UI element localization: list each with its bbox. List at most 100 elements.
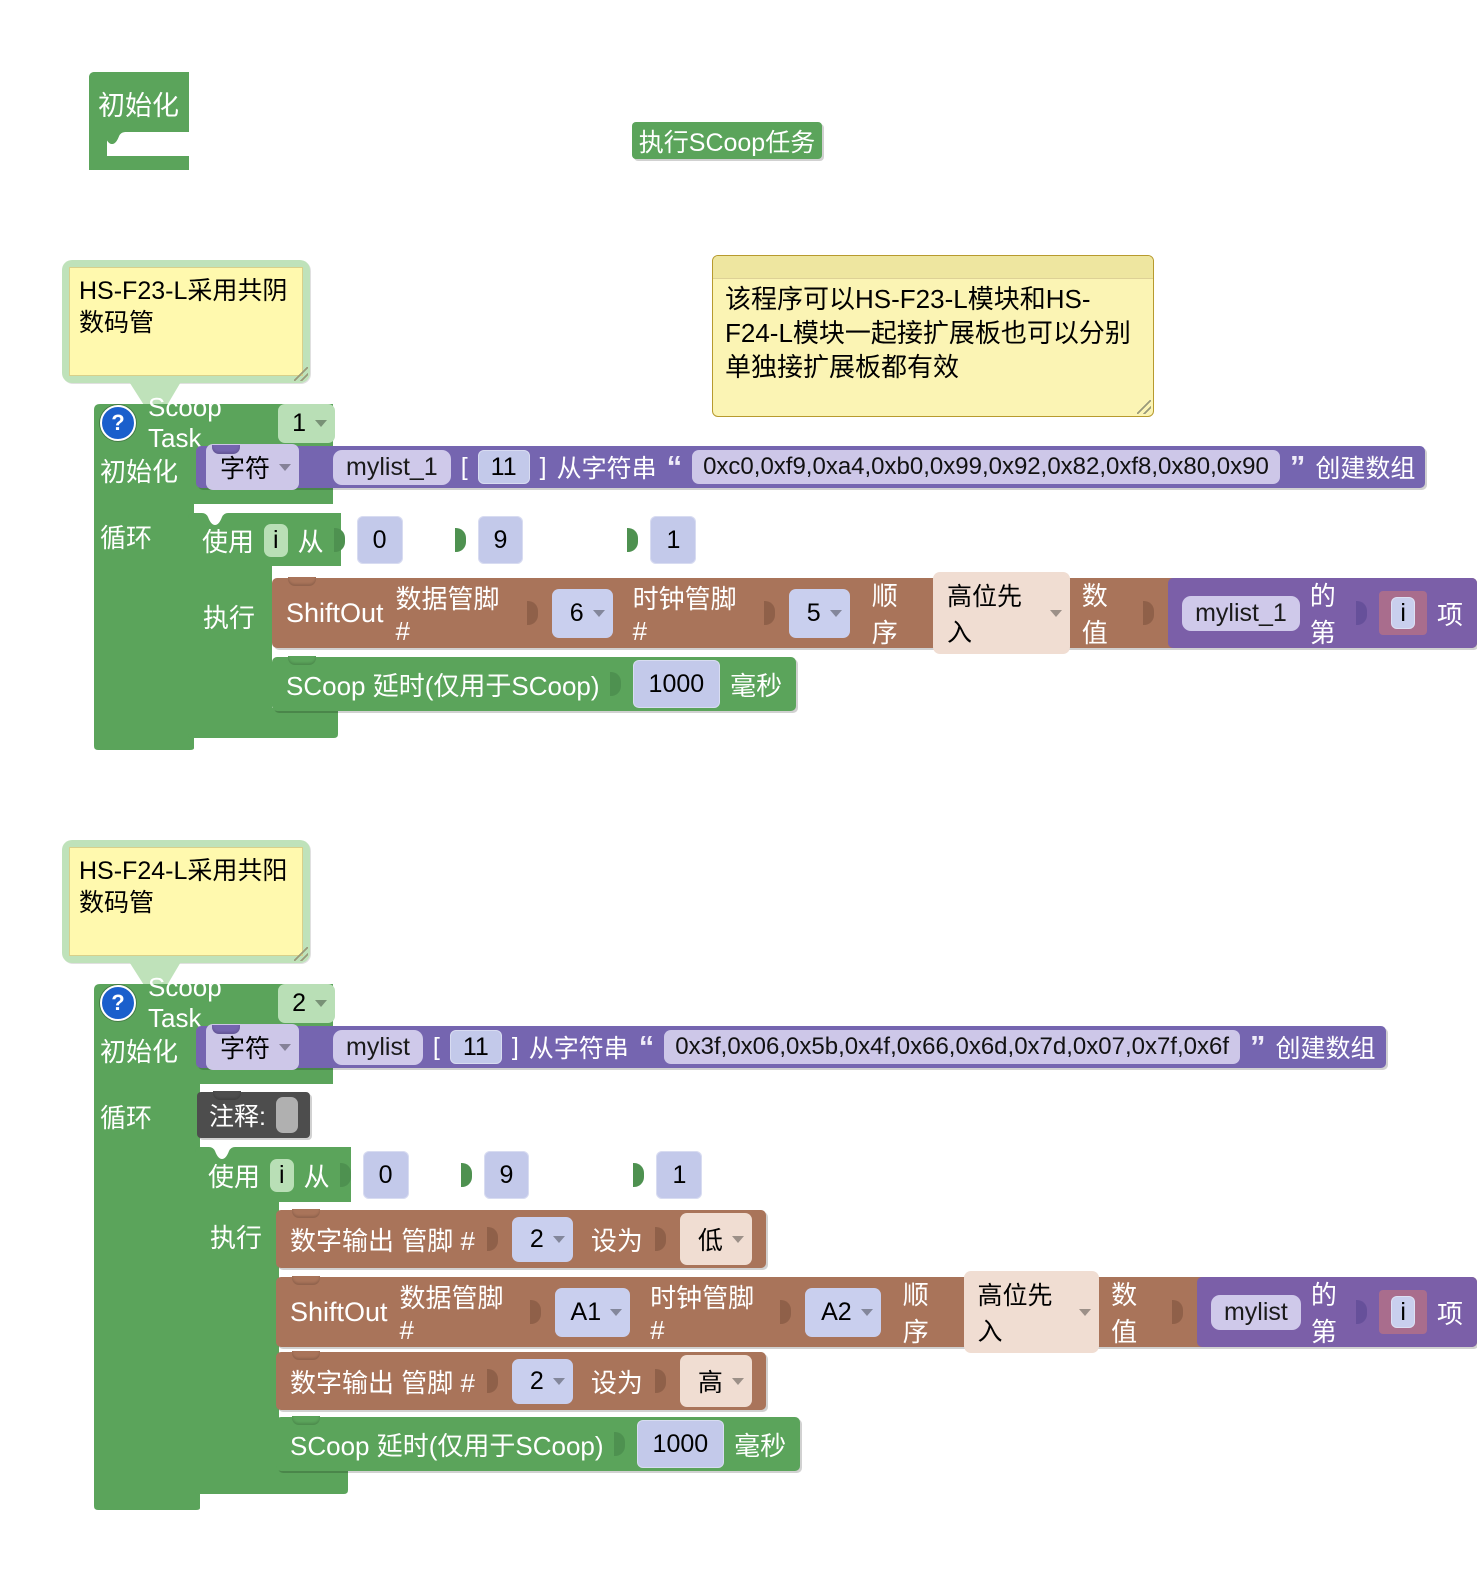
chevron-down-icon (315, 999, 327, 1007)
task1-list-get-index-value: i (1391, 596, 1415, 630)
task2-delay-socket (613, 1432, 625, 1456)
chevron-down-icon (552, 1235, 565, 1243)
task1-init-label: 初始化 (100, 457, 179, 487)
task2-comment-statement-field[interactable] (275, 1097, 298, 1133)
task1-delay-value[interactable]: 1000 (632, 659, 721, 709)
task2-list-get-block[interactable]: mylist 的第 i 项 (1196, 1277, 1477, 1347)
task2-digital-high-state-value: 高 (697, 1369, 723, 1397)
task1-for-to-value[interactable]: 9 (477, 515, 524, 565)
task1-array-name[interactable]: mylist_1 (333, 449, 451, 485)
task2-delay-unit: 毫秒 (734, 1430, 787, 1461)
task2-array-value[interactable]: 0x3f,0x06,0x5b,0x4f,0x66,0x6d,0x7d,0x07,… (664, 1030, 1241, 1064)
note-resize-grip[interactable] (1137, 400, 1151, 414)
task2-digital-low-state-value: 低 (697, 1227, 723, 1255)
task2-for-step-label: 步长为 (545, 1161, 624, 1192)
task1-array-create-block[interactable]: 字符 mylist_1 [ 11 ] 从字符串 “ 0xc0,0xf9,0xa4… (196, 444, 1426, 490)
task2-array-size[interactable]: 11 (449, 1029, 502, 1065)
task1-help-icon[interactable]: ? (100, 405, 136, 441)
task2-digital-high-pin-dropdown[interactable]: 2 (511, 1358, 573, 1404)
task1-array-type-dropdown[interactable]: 字符 (206, 444, 300, 490)
task1-shiftout-order-label: 顺序 (871, 581, 898, 648)
close-quote-icon: ” (1250, 1028, 1266, 1064)
task2-digital-low-pin-dropdown[interactable]: 2 (511, 1216, 573, 1262)
task2-shiftout-clock-pin-dropdown[interactable]: A2 (805, 1287, 881, 1337)
task1-do-label: 执行 (203, 603, 256, 633)
task2-for-header[interactable]: 使用 i 从 0 到 9 步长为 1 (208, 1150, 703, 1200)
task1-array-size[interactable]: 11 (477, 449, 530, 485)
task2-array-name[interactable]: mylist (333, 1029, 423, 1065)
task2-shiftout-block[interactable]: ShiftOut 数据管脚 # A1 时钟管脚 # A2 顺序 高位先入 数值 … (276, 1271, 1477, 1353)
task1-shiftout-order-dropdown[interactable]: 高位先入 (933, 572, 1070, 654)
task2-list-get-index-var[interactable]: i (1379, 1289, 1427, 1335)
task1-list-get-name[interactable]: mylist_1 (1182, 595, 1300, 631)
task2-array-create-block[interactable]: 字符 mylist [ 11 ] 从字符串 “ 0x3f,0x06,0x5b,0… (196, 1024, 1386, 1070)
task1-comment-resize-grip[interactable] (294, 367, 308, 381)
task1-shiftout-value-label: 数值 (1081, 581, 1108, 648)
task1-shiftout-clock-pin-value: 5 (806, 598, 821, 627)
task2-list-get-index-value: i (1391, 1295, 1415, 1329)
task2-shiftout-data-pin-dropdown[interactable]: A1 (554, 1287, 631, 1337)
task2-help-icon[interactable]: ? (100, 985, 136, 1021)
task2-shiftout-name: ShiftOut (290, 1296, 388, 1327)
task1-for-var[interactable]: i (264, 523, 288, 557)
task2-comment-bubble[interactable]: HS-F24-L采用共阳数码管 (62, 840, 310, 963)
task1-number-dropdown[interactable]: 1 (278, 403, 335, 443)
task1-from-string-label: 从字符串 (556, 455, 657, 483)
task2-list-get-name[interactable]: mylist (1210, 1294, 1301, 1330)
task2-for-use-label: 使用 (208, 1161, 261, 1192)
task1-shiftout-block[interactable]: ShiftOut 数据管脚 # 6 时钟管脚 # 5 顺序 高位先入 数值 my… (272, 572, 1477, 654)
task2-digital-high-block[interactable]: 数字输出 管脚 # 2 设为 高 (276, 1351, 766, 1410)
task1-for-from-socket (333, 528, 345, 552)
task1-for-header[interactable]: 使用 i 从 0 到 9 步长为 1 (202, 515, 697, 565)
task1-shiftout-clock-pin-label: 时钟管脚 # (632, 584, 737, 646)
task1-shiftout-clock-pin-dropdown[interactable]: 5 (788, 588, 850, 638)
task2-digital-high-pin-socket (486, 1369, 498, 1393)
task1-for-from-value[interactable]: 0 (356, 515, 403, 565)
task1-delay-block[interactable]: SCoop 延时(仅用于SCoop) 1000 毫秒 (272, 656, 797, 711)
task2-header[interactable]: ? Scoop Task 2 (100, 972, 335, 1033)
task2-for-from-value[interactable]: 0 (362, 1150, 409, 1200)
chevron-down-icon (279, 463, 292, 471)
task2-digital-high-state-dropdown[interactable]: 高 (679, 1355, 752, 1407)
task2-shiftout-clock-pin-value: A2 (821, 1297, 852, 1326)
setup-block[interactable]: 初始化 (85, 70, 195, 175)
task1-list-get-block[interactable]: mylist_1 的第 i 项 (1168, 578, 1477, 648)
task2-digital-high-set-label: 设为 (590, 1367, 643, 1398)
task1-shiftout-data-pin-dropdown[interactable]: 6 (551, 588, 613, 638)
task2-delay-label: SCoop 延时(仅用于SCoop) (290, 1430, 604, 1461)
task2-digital-low-state-dropdown[interactable]: 低 (679, 1213, 752, 1265)
task2-shiftout-data-pin-value: A1 (570, 1297, 602, 1326)
chevron-down-icon (829, 609, 842, 617)
task2-array-type-dropdown[interactable]: 字符 (206, 1024, 300, 1070)
task2-comment-statement-label: 注释: (209, 1103, 266, 1131)
task2-for-var[interactable]: i (270, 1158, 294, 1192)
task1-bracket-open: [ (460, 452, 468, 481)
task1-array-value[interactable]: 0xc0,0xf9,0xa4,0xb0,0x99,0x92,0x82,0xf8,… (692, 450, 1280, 484)
chevron-down-icon (1079, 1308, 1092, 1316)
task2-delay-block[interactable]: SCoop 延时(仅用于SCoop) 1000 毫秒 (276, 1416, 801, 1471)
task1-for-to-socket (454, 528, 466, 552)
run-scoop-block[interactable]: 执行SCoop任务 (632, 122, 822, 159)
task2-list-get-index-socket (1356, 1300, 1368, 1324)
task1-delay-label: SCoop 延时(仅用于SCoop) (286, 670, 600, 701)
task2-loop-label: 循环 (100, 1103, 153, 1133)
task1-for-step-value[interactable]: 1 (650, 515, 697, 565)
task2-from-string-label: 从字符串 (528, 1035, 629, 1063)
task2-delay-value[interactable]: 1000 (636, 1419, 725, 1469)
task2-number-dropdown[interactable]: 2 (278, 983, 335, 1023)
task1-comment-bubble[interactable]: HS-F23-L采用共阴数码管 (62, 260, 310, 383)
task1-shiftout-order-value: 高位先入 (947, 583, 1023, 647)
task2-shiftout-order-dropdown[interactable]: 高位先入 (963, 1271, 1100, 1353)
task2-for-to-value[interactable]: 9 (483, 1150, 530, 1200)
task1-for-to-label: 到 (418, 526, 445, 557)
task2-do-label: 执行 (210, 1223, 263, 1253)
task2-comment-resize-grip[interactable] (294, 947, 308, 961)
standalone-note[interactable]: 该程序可以HS-F23-L模块和HS-F24-L模块一起接扩展板也可以分别单独接… (712, 255, 1154, 417)
task1-list-get-index-label: 的第 (1309, 581, 1336, 648)
task1-header[interactable]: ? Scoop Task 1 (100, 392, 335, 453)
task1-list-get-index-var[interactable]: i (1379, 590, 1427, 636)
task1-shiftout-data-pin-value: 6 (569, 598, 584, 627)
task2-for-step-value[interactable]: 1 (656, 1150, 703, 1200)
task2-comment-statement-block[interactable]: 注释: (197, 1091, 310, 1138)
task2-digital-low-block[interactable]: 数字输出 管脚 # 2 设为 低 (276, 1209, 766, 1268)
